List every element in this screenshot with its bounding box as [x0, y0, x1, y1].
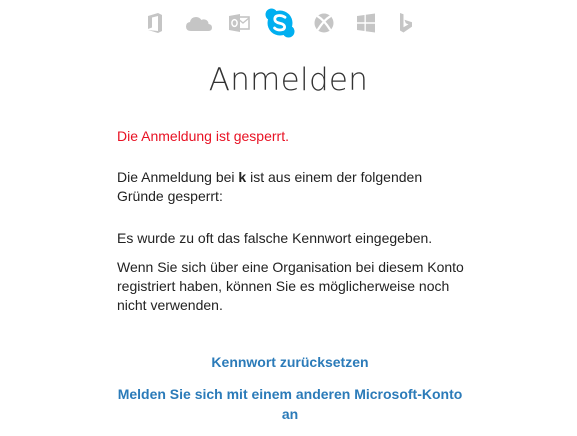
reason-wrong-password: Es wurde zu oft das falsche Kennwort ein…	[117, 230, 433, 246]
product-icon-bar	[0, 6, 577, 40]
skype-icon[interactable]	[263, 6, 297, 40]
onedrive-icon[interactable]	[182, 6, 216, 40]
reset-password-link[interactable]: Kennwort zurücksetzen	[110, 352, 470, 372]
reason-organization: Wenn Sie sich über eine Organisation bei…	[117, 259, 464, 313]
message-area: Die Anmeldung ist gesperrt. Die Anmeldun…	[117, 127, 467, 325]
action-links: Kennwort zurücksetzen Melden Sie sich mi…	[110, 352, 470, 424]
reason-prefix: Die Anmeldung bei	[117, 169, 239, 185]
other-account-link[interactable]: Melden Sie sich mit einem anderen Micros…	[110, 384, 470, 424]
windows-icon[interactable]	[349, 6, 383, 40]
error-message: Die Anmeldung ist gesperrt.	[117, 128, 289, 144]
lock-reason-intro: Die Anmeldung bei k ist aus einem der fo…	[117, 168, 467, 206]
bing-icon[interactable]	[389, 6, 423, 40]
page-title: Anmelden	[208, 62, 369, 98]
outlook-icon[interactable]	[222, 6, 256, 40]
office-icon[interactable]	[138, 6, 172, 40]
xbox-icon[interactable]	[307, 6, 341, 40]
